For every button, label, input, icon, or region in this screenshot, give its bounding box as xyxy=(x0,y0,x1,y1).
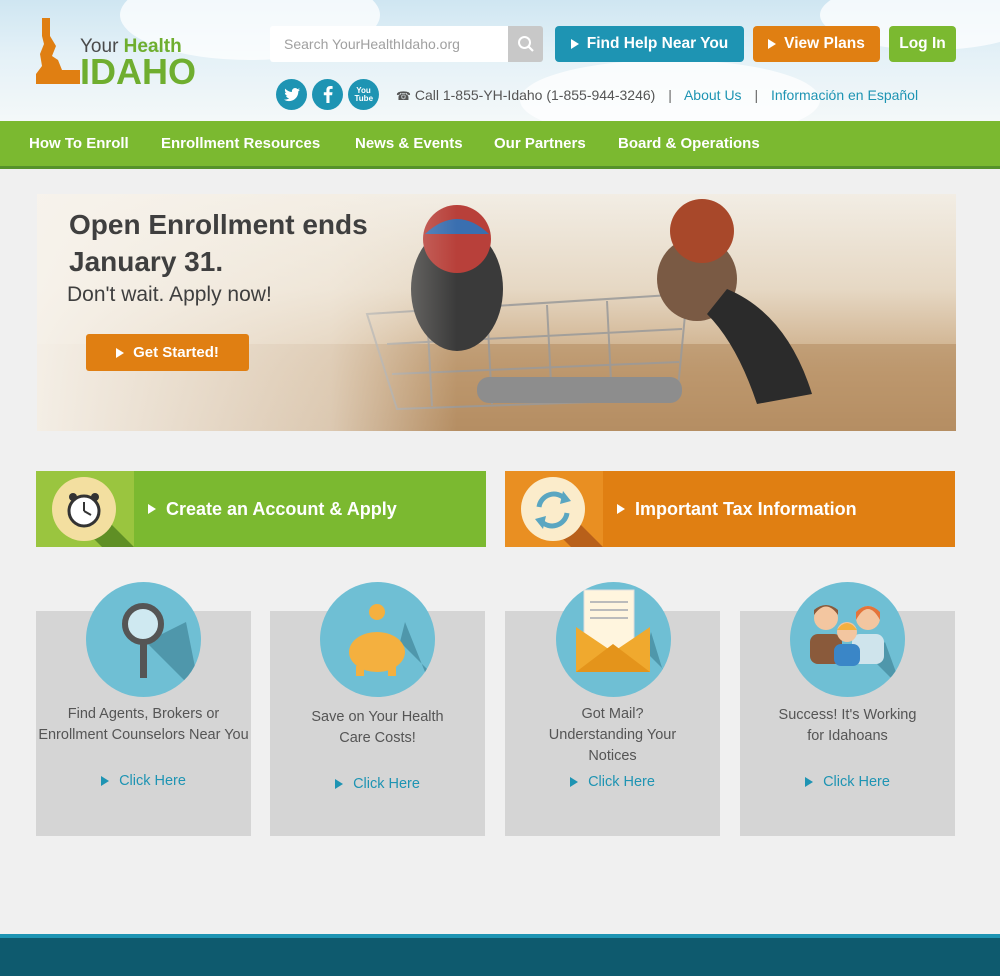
card-link[interactable]: Click Here xyxy=(270,776,485,792)
site-logo[interactable]: Your Health IDAHO xyxy=(36,18,206,92)
play-arrow-icon xyxy=(570,39,579,49)
play-arrow-icon xyxy=(101,776,110,786)
divider: | xyxy=(754,87,759,103)
get-started-button[interactable]: Get Started! xyxy=(86,334,249,371)
search-box xyxy=(270,26,543,62)
idaho-state-icon xyxy=(36,18,80,84)
login-button[interactable]: Log In xyxy=(889,26,956,62)
card-text: Success! It's Working for Idahoans xyxy=(778,707,917,744)
view-plans-label: View Plans xyxy=(784,35,865,52)
refresh-cycle-icon xyxy=(521,477,603,547)
create-account-label: Create an Account & Apply xyxy=(148,499,397,520)
card-link[interactable]: Click Here xyxy=(505,774,720,790)
contact-bar: ☎ Call 1-855-YH-Idaho (1-855-944-3246) |… xyxy=(396,87,918,103)
card-text: Find Agents, Brokers or Enrollment Couns… xyxy=(38,706,249,743)
about-us-link[interactable]: About Us xyxy=(684,87,742,103)
action-icon-box xyxy=(36,471,134,547)
hero-subtitle: Don't wait. Apply now! xyxy=(67,283,272,306)
divider: | xyxy=(668,87,672,103)
find-help-button[interactable]: Find Help Near You xyxy=(555,26,744,62)
family-icon xyxy=(790,582,905,697)
hero-banner: Open Enrollment ends January 31. Don't w… xyxy=(37,194,956,431)
card-text: Got Mail? Understanding Your Notices xyxy=(548,706,677,764)
search-icon xyxy=(517,36,534,52)
card-link[interactable]: Click Here xyxy=(740,774,955,790)
view-plans-button[interactable]: View Plans xyxy=(753,26,880,62)
card-text: Save on Your Health Care Costs! xyxy=(311,709,444,746)
nav-board-operations[interactable]: Board & Operations xyxy=(618,135,760,152)
play-arrow-icon xyxy=(570,777,579,787)
main-navigation: How To Enroll Enrollment Resources News … xyxy=(0,121,1000,169)
play-arrow-icon xyxy=(148,504,156,514)
phone-icon: ☎ xyxy=(396,89,411,103)
nav-how-to-enroll[interactable]: How To Enroll xyxy=(29,135,129,152)
nav-news-events[interactable]: News & Events xyxy=(355,135,463,152)
tax-information-button[interactable]: Important Tax Information xyxy=(505,471,955,547)
magnifier-icon xyxy=(86,582,201,697)
play-arrow-icon xyxy=(335,779,344,789)
facebook-icon xyxy=(323,86,333,103)
play-arrow-icon xyxy=(617,504,625,514)
alarm-clock-icon xyxy=(52,477,134,547)
youtube-icon: You Tube xyxy=(354,85,374,103)
spanish-info-link[interactable]: Información en Español xyxy=(771,87,918,103)
site-footer xyxy=(0,934,1000,976)
card-link[interactable]: Click Here xyxy=(36,773,251,789)
create-account-button[interactable]: Create an Account & Apply xyxy=(36,471,486,547)
phone-number: Call 1-855-YH-Idaho (1-855-944-3246) xyxy=(414,87,656,103)
play-arrow-icon xyxy=(116,347,125,358)
envelope-icon xyxy=(556,582,671,697)
nav-our-partners[interactable]: Our Partners xyxy=(494,135,586,152)
hero-title: Open Enrollment ends January 31. xyxy=(69,209,368,277)
login-label: Log In xyxy=(899,35,946,52)
nav-enrollment-resources[interactable]: Enrollment Resources xyxy=(161,135,320,152)
find-help-label: Find Help Near You xyxy=(586,35,729,52)
get-started-label: Get Started! xyxy=(133,344,219,361)
twitter-link[interactable] xyxy=(276,79,307,110)
play-arrow-icon xyxy=(768,39,777,49)
action-icon-box xyxy=(505,471,603,547)
youtube-link[interactable]: You Tube xyxy=(348,79,379,110)
facebook-link[interactable] xyxy=(312,79,343,110)
site-header: Your Health IDAHO Find Help Near You Vie… xyxy=(0,0,1000,121)
piggy-bank-icon xyxy=(320,582,435,697)
tax-information-label: Important Tax Information xyxy=(617,499,857,520)
search-button[interactable] xyxy=(508,26,543,62)
twitter-icon xyxy=(283,87,300,101)
logo-wordmark: IDAHO xyxy=(80,51,196,92)
play-arrow-icon xyxy=(805,777,814,787)
search-input[interactable] xyxy=(270,26,508,62)
